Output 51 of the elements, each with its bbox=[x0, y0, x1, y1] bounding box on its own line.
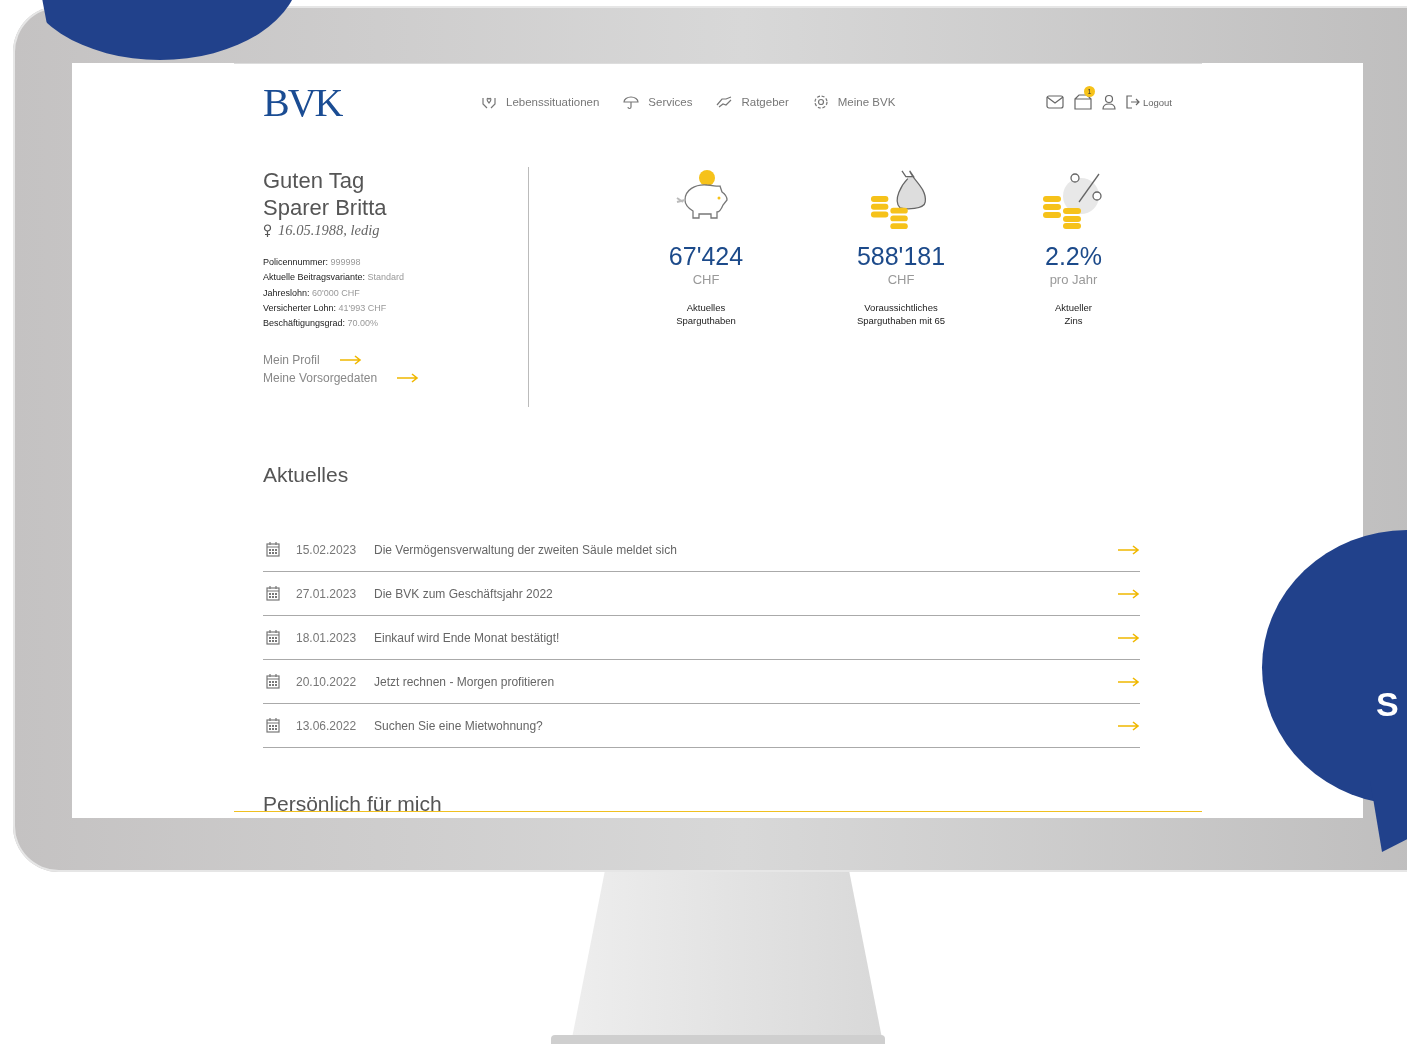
stat-unit: pro Jahr bbox=[1049, 272, 1098, 287]
profile-link[interactable]: Meine Vorsorgedaten bbox=[263, 369, 528, 388]
section-heading: Persönlich für mich bbox=[263, 792, 443, 816]
arrow-icon bbox=[1118, 676, 1140, 687]
logout-link[interactable]: Logout bbox=[1125, 95, 1172, 109]
detail-line: Versicherter Lohn: 41'993 CHF bbox=[263, 301, 388, 315]
umbrella-icon bbox=[623, 94, 640, 110]
stat-caption: Aktueller Zins bbox=[1055, 301, 1092, 327]
bubble-text: S bbox=[1376, 684, 1399, 725]
news-item[interactable]: 13.06.2022 Suchen Sie eine Mietwohnung? bbox=[263, 704, 1140, 748]
logout-icon bbox=[1125, 95, 1140, 109]
calendar-icon bbox=[266, 630, 280, 645]
inbox-icon[interactable] bbox=[1073, 94, 1092, 110]
arrow-icon bbox=[339, 355, 362, 366]
news-item[interactable]: 18.01.2023 Einkauf wird Ende Monat bestätigt! bbox=[263, 616, 1140, 660]
stat-value: 2.2% bbox=[1045, 242, 1102, 270]
profile-link[interactable]: Mein Profil bbox=[263, 351, 528, 370]
detail-line: Policennummer: 999998 bbox=[263, 256, 362, 269]
news-item[interactable]: 20.10.2022 Jetzt rechnen - Morgen profitieren bbox=[263, 660, 1140, 704]
arrow-icon bbox=[1118, 632, 1140, 643]
stat-unit: CHF bbox=[692, 272, 720, 287]
stat-value: 588'181 bbox=[856, 242, 946, 270]
calendar-icon bbox=[266, 542, 280, 557]
settings-icon bbox=[812, 94, 829, 110]
stat-unit: CHF bbox=[887, 272, 915, 287]
calendar-icon bbox=[266, 586, 280, 601]
mail-icon[interactable] bbox=[1045, 95, 1064, 109]
nav-link[interactable]: Services bbox=[623, 94, 693, 110]
logo[interactable]: BVK bbox=[263, 78, 481, 126]
detail-line: Jahreslohn: 60'000 CHF bbox=[263, 286, 361, 300]
female-sign-icon bbox=[263, 224, 272, 237]
stat-value: 67'424 bbox=[668, 242, 744, 270]
nav-link[interactable]: Lebenssituationen bbox=[481, 94, 600, 110]
stat-caption: Aktuelles Sparguthaben bbox=[676, 301, 736, 327]
section-heading: Aktuelles bbox=[263, 463, 350, 487]
detail-line: Aktuelle Beitragsvariante: Standard bbox=[263, 271, 406, 285]
user-icon[interactable] bbox=[1101, 94, 1116, 110]
news-item[interactable]: 15.02.2023 Die Vermögensverwaltung der zweiten Säule meldet sich bbox=[263, 528, 1140, 572]
stat-caption: Voraussichtliches Sparguthaben mit 65 bbox=[856, 301, 946, 327]
nav-link[interactable]: Ratgeber bbox=[716, 94, 789, 110]
birth-date-text: 16.05.1988, ledig bbox=[278, 222, 380, 239]
calendar-icon bbox=[266, 674, 280, 689]
calendar-icon bbox=[266, 718, 280, 733]
arrow-icon bbox=[397, 373, 420, 384]
arrow-icon bbox=[1118, 720, 1140, 731]
nav-link[interactable]: Meine BVK bbox=[812, 94, 896, 110]
news-item[interactable]: 27.01.2023 Die BVK zum Geschäftsjahr 2022 bbox=[263, 572, 1140, 616]
detail-line: Beschäftigungsgrad: 70.00% bbox=[263, 317, 380, 331]
arrow-icon bbox=[1118, 544, 1140, 555]
arrow-icon bbox=[1118, 588, 1140, 599]
greeting-heading: Guten Tag Sparer Britta bbox=[263, 167, 388, 221]
